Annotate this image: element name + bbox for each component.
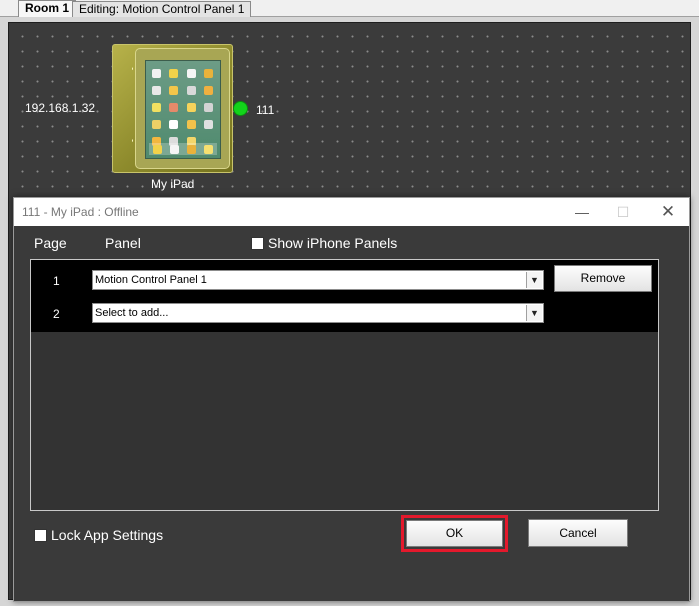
remove-button[interactable]: Remove	[554, 265, 652, 292]
app-icon	[203, 86, 213, 95]
show-iphone-panels-label: Show iPhone Panels	[268, 235, 398, 251]
dialog-title: 111 - My iPad : Offline	[22, 205, 139, 219]
tab-room-1[interactable]: Room 1	[18, 0, 77, 17]
brand-strip: motioncontrol	[113, 45, 133, 172]
app-icon	[186, 86, 196, 95]
minimize-icon[interactable]: ―	[571, 202, 593, 222]
lock-app-settings-toggle[interactable]: Lock App Settings	[34, 527, 163, 543]
tablet-screen	[145, 60, 221, 159]
tab-strip: Room 1 Editing: Motion Control Panel 1	[0, 0, 699, 17]
app-icon	[152, 69, 161, 78]
cancel-button[interactable]: Cancel	[528, 519, 628, 547]
dock-icon	[153, 144, 162, 154]
app-icon	[169, 86, 179, 95]
app-icon	[186, 120, 196, 129]
tab-editing-panel[interactable]: Editing: Motion Control Panel 1	[72, 1, 252, 17]
app-icon	[169, 103, 179, 112]
app-icon	[186, 69, 196, 78]
row-page-number: 1	[53, 274, 60, 288]
panel-select-value: Select to add...	[95, 307, 169, 319]
chevron-down-icon[interactable]: ▼	[526, 272, 542, 288]
app-icon	[152, 120, 161, 129]
app-icon	[186, 103, 196, 112]
device-panels-dialog: 111 - My iPad : Offline ― ☐ ✕ Page Panel…	[13, 197, 690, 602]
tab-label: Editing: Motion Control Panel 1	[79, 2, 245, 16]
row-page-number: 2	[53, 307, 60, 321]
brand-logo: motioncontrol	[130, 66, 133, 171]
device-id-label: 111	[256, 103, 275, 117]
app-icon	[203, 120, 213, 129]
panel-select-row-2[interactable]: Select to add... ▼	[92, 303, 544, 323]
dialog-titlebar[interactable]: 111 - My iPad : Offline ― ☐ ✕	[14, 198, 689, 226]
tab-label: Room 1	[25, 1, 70, 15]
app-icon	[203, 103, 213, 112]
ok-button-highlight	[401, 515, 508, 552]
maximize-icon[interactable]: ☐	[612, 202, 634, 222]
app-icon	[152, 103, 161, 112]
app-icon-grid	[152, 69, 216, 146]
connection-status-indicator[interactable]	[233, 101, 248, 116]
show-iphone-panels-checkbox[interactable]	[251, 236, 264, 250]
app-icon	[169, 69, 179, 78]
ip-address-label: 192.168.1.32	[25, 101, 96, 115]
device-name-label: My iPad	[151, 177, 195, 191]
panel-select-row-1[interactable]: Motion Control Panel 1 ▼	[92, 270, 544, 290]
app-icon	[152, 86, 161, 95]
app-icon	[169, 120, 179, 129]
lock-app-settings-checkbox[interactable]	[34, 528, 47, 542]
dock-icon	[204, 144, 213, 154]
dock-icon	[170, 144, 179, 154]
page-column-header: Page	[34, 235, 67, 251]
panel-column-header: Panel	[105, 235, 141, 251]
tablet-image	[135, 48, 230, 169]
tablet-dock	[149, 143, 217, 155]
panel-list[interactable]: 1 Motion Control Panel 1 ▼ Remove 2 Sele…	[30, 259, 659, 511]
dock-icon	[187, 144, 196, 154]
show-iphone-panels-toggle[interactable]: Show iPhone Panels	[251, 235, 397, 251]
panel-list-rows: 1 Motion Control Panel 1 ▼ Remove 2 Sele…	[31, 260, 658, 332]
close-icon[interactable]: ✕	[657, 202, 679, 222]
app-icon	[203, 69, 213, 78]
chevron-down-icon[interactable]: ▼	[526, 305, 542, 321]
lock-app-settings-label: Lock App Settings	[51, 527, 164, 543]
ipad-device[interactable]: motioncontrol	[112, 44, 233, 173]
panel-select-value: Motion Control Panel 1	[95, 274, 207, 286]
